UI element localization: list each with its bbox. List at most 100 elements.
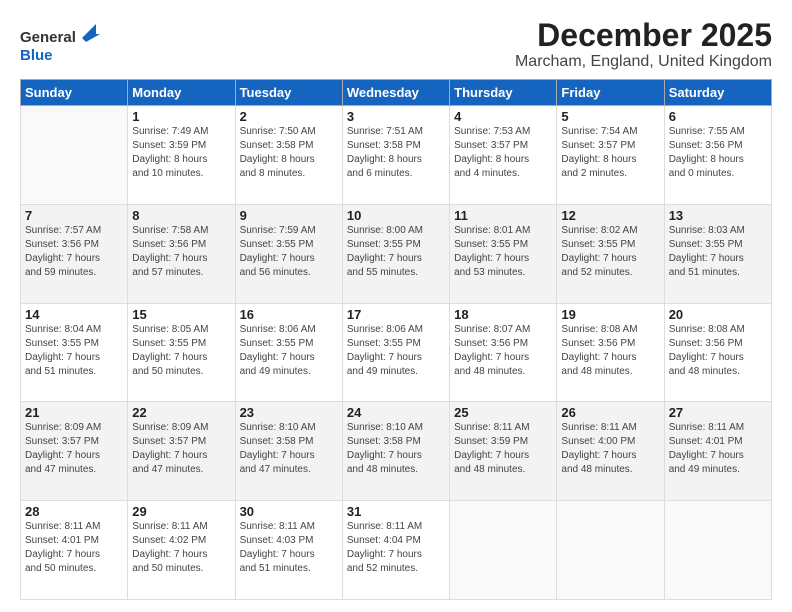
day-number: 12: [561, 208, 659, 223]
day-number: 14: [25, 307, 123, 322]
table-cell: 16Sunrise: 8:06 AMSunset: 3:55 PMDayligh…: [235, 303, 342, 402]
col-saturday: Saturday: [664, 80, 771, 106]
cell-info: Sunrise: 8:11 AMSunset: 4:04 PMDaylight:…: [347, 520, 445, 576]
cell-info: Sunrise: 7:55 AMSunset: 3:56 PMDaylight:…: [669, 125, 767, 181]
table-cell: 13Sunrise: 8:03 AMSunset: 3:55 PMDayligh…: [664, 204, 771, 303]
day-number: 7: [25, 208, 123, 223]
table-cell: 2Sunrise: 7:50 AMSunset: 3:58 PMDaylight…: [235, 106, 342, 205]
table-cell: 3Sunrise: 7:51 AMSunset: 3:58 PMDaylight…: [342, 106, 449, 205]
cell-info: Sunrise: 8:10 AMSunset: 3:58 PMDaylight:…: [240, 421, 338, 477]
logo-general: General: [20, 29, 76, 46]
col-tuesday: Tuesday: [235, 80, 342, 106]
cell-info: Sunrise: 8:04 AMSunset: 3:55 PMDaylight:…: [25, 323, 123, 379]
table-cell: 15Sunrise: 8:05 AMSunset: 3:55 PMDayligh…: [128, 303, 235, 402]
day-number: 19: [561, 307, 659, 322]
table-cell: 24Sunrise: 8:10 AMSunset: 3:58 PMDayligh…: [342, 402, 449, 501]
cell-info: Sunrise: 8:06 AMSunset: 3:55 PMDaylight:…: [240, 323, 338, 379]
page-subtitle: Marcham, England, United Kingdom: [515, 53, 772, 71]
day-number: 28: [25, 504, 123, 519]
table-cell: 27Sunrise: 8:11 AMSunset: 4:01 PMDayligh…: [664, 402, 771, 501]
title-block: December 2025 Marcham, England, United K…: [515, 18, 772, 71]
cell-info: Sunrise: 8:11 AMSunset: 4:00 PMDaylight:…: [561, 421, 659, 477]
day-number: 9: [240, 208, 338, 223]
day-number: 24: [347, 405, 445, 420]
day-number: 8: [132, 208, 230, 223]
calendar-row: 21Sunrise: 8:09 AMSunset: 3:57 PMDayligh…: [21, 402, 772, 501]
logo: General Blue: [20, 22, 100, 65]
cell-info: Sunrise: 8:08 AMSunset: 3:56 PMDaylight:…: [669, 323, 767, 379]
table-cell: 25Sunrise: 8:11 AMSunset: 3:59 PMDayligh…: [450, 402, 557, 501]
day-number: 20: [669, 307, 767, 322]
cell-info: Sunrise: 8:11 AMSunset: 4:02 PMDaylight:…: [132, 520, 230, 576]
cell-info: Sunrise: 8:10 AMSunset: 3:58 PMDaylight:…: [347, 421, 445, 477]
cell-info: Sunrise: 8:05 AMSunset: 3:55 PMDaylight:…: [132, 323, 230, 379]
table-cell: 21Sunrise: 8:09 AMSunset: 3:57 PMDayligh…: [21, 402, 128, 501]
table-cell: 23Sunrise: 8:10 AMSunset: 3:58 PMDayligh…: [235, 402, 342, 501]
day-number: 29: [132, 504, 230, 519]
table-cell: 8Sunrise: 7:58 AMSunset: 3:56 PMDaylight…: [128, 204, 235, 303]
day-number: 2: [240, 109, 338, 124]
cell-info: Sunrise: 7:51 AMSunset: 3:58 PMDaylight:…: [347, 125, 445, 181]
logo-blue: Blue: [20, 47, 53, 64]
cell-info: Sunrise: 8:06 AMSunset: 3:55 PMDaylight:…: [347, 323, 445, 379]
cell-info: Sunrise: 8:11 AMSunset: 4:01 PMDaylight:…: [25, 520, 123, 576]
calendar-header-row: Sunday Monday Tuesday Wednesday Thursday…: [21, 80, 772, 106]
calendar-table: Sunday Monday Tuesday Wednesday Thursday…: [20, 79, 772, 600]
table-cell: 31Sunrise: 8:11 AMSunset: 4:04 PMDayligh…: [342, 501, 449, 600]
col-wednesday: Wednesday: [342, 80, 449, 106]
cell-info: Sunrise: 7:59 AMSunset: 3:55 PMDaylight:…: [240, 224, 338, 280]
table-cell: [664, 501, 771, 600]
calendar-row: 7Sunrise: 7:57 AMSunset: 3:56 PMDaylight…: [21, 204, 772, 303]
table-cell: 30Sunrise: 8:11 AMSunset: 4:03 PMDayligh…: [235, 501, 342, 600]
cell-info: Sunrise: 8:01 AMSunset: 3:55 PMDaylight:…: [454, 224, 552, 280]
table-cell: 22Sunrise: 8:09 AMSunset: 3:57 PMDayligh…: [128, 402, 235, 501]
day-number: 30: [240, 504, 338, 519]
day-number: 27: [669, 405, 767, 420]
cell-info: Sunrise: 7:58 AMSunset: 3:56 PMDaylight:…: [132, 224, 230, 280]
logo-text: General Blue: [20, 22, 100, 65]
cell-info: Sunrise: 7:57 AMSunset: 3:56 PMDaylight:…: [25, 224, 123, 280]
day-number: 23: [240, 405, 338, 420]
table-cell: 7Sunrise: 7:57 AMSunset: 3:56 PMDaylight…: [21, 204, 128, 303]
day-number: 13: [669, 208, 767, 223]
cell-info: Sunrise: 8:11 AMSunset: 4:01 PMDaylight:…: [669, 421, 767, 477]
table-cell: [450, 501, 557, 600]
day-number: 18: [454, 307, 552, 322]
day-number: 6: [669, 109, 767, 124]
day-number: 1: [132, 109, 230, 124]
cell-info: Sunrise: 7:54 AMSunset: 3:57 PMDaylight:…: [561, 125, 659, 181]
table-cell: 19Sunrise: 8:08 AMSunset: 3:56 PMDayligh…: [557, 303, 664, 402]
table-cell: [557, 501, 664, 600]
day-number: 4: [454, 109, 552, 124]
day-number: 10: [347, 208, 445, 223]
day-number: 22: [132, 405, 230, 420]
day-number: 11: [454, 208, 552, 223]
cell-info: Sunrise: 8:07 AMSunset: 3:56 PMDaylight:…: [454, 323, 552, 379]
calendar-row: 14Sunrise: 8:04 AMSunset: 3:55 PMDayligh…: [21, 303, 772, 402]
day-number: 5: [561, 109, 659, 124]
page: General Blue December 2025 Marcham, Engl…: [0, 0, 792, 612]
table-cell: 20Sunrise: 8:08 AMSunset: 3:56 PMDayligh…: [664, 303, 771, 402]
header: General Blue December 2025 Marcham, Engl…: [20, 18, 772, 71]
table-cell: 9Sunrise: 7:59 AMSunset: 3:55 PMDaylight…: [235, 204, 342, 303]
table-cell: 26Sunrise: 8:11 AMSunset: 4:00 PMDayligh…: [557, 402, 664, 501]
table-cell: 18Sunrise: 8:07 AMSunset: 3:56 PMDayligh…: [450, 303, 557, 402]
table-cell: 11Sunrise: 8:01 AMSunset: 3:55 PMDayligh…: [450, 204, 557, 303]
col-thursday: Thursday: [450, 80, 557, 106]
col-friday: Friday: [557, 80, 664, 106]
table-cell: 5Sunrise: 7:54 AMSunset: 3:57 PMDaylight…: [557, 106, 664, 205]
table-cell: 28Sunrise: 8:11 AMSunset: 4:01 PMDayligh…: [21, 501, 128, 600]
calendar-row: 28Sunrise: 8:11 AMSunset: 4:01 PMDayligh…: [21, 501, 772, 600]
cell-info: Sunrise: 7:49 AMSunset: 3:59 PMDaylight:…: [132, 125, 230, 181]
cell-info: Sunrise: 8:02 AMSunset: 3:55 PMDaylight:…: [561, 224, 659, 280]
logo-icon: [78, 20, 100, 42]
table-cell: 10Sunrise: 8:00 AMSunset: 3:55 PMDayligh…: [342, 204, 449, 303]
col-sunday: Sunday: [21, 80, 128, 106]
page-title: December 2025: [515, 18, 772, 53]
col-monday: Monday: [128, 80, 235, 106]
day-number: 25: [454, 405, 552, 420]
day-number: 17: [347, 307, 445, 322]
cell-info: Sunrise: 8:09 AMSunset: 3:57 PMDaylight:…: [25, 421, 123, 477]
calendar-row: 1Sunrise: 7:49 AMSunset: 3:59 PMDaylight…: [21, 106, 772, 205]
table-cell: [21, 106, 128, 205]
